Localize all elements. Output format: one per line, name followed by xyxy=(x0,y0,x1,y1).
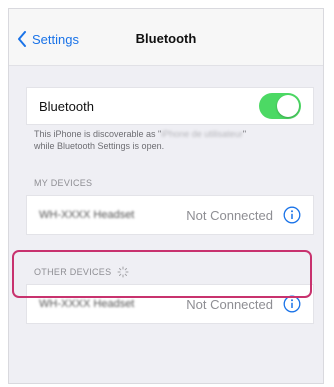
device-name: WH-XXXX Headset xyxy=(39,209,135,221)
navigation-bar: Settings Bluetooth xyxy=(9,9,323,66)
device-name: WH-XXXX Headset xyxy=(39,298,135,310)
my-devices-header-text: MY DEVICES xyxy=(34,178,93,188)
note-suffix: " xyxy=(242,129,247,139)
connection-status: Not Connected xyxy=(186,207,273,223)
bluetooth-switch[interactable] xyxy=(259,93,301,119)
page-title: Bluetooth xyxy=(135,31,197,46)
switch-knob xyxy=(277,95,299,117)
discoverable-note: This iPhone is discoverable as "iPhone d… xyxy=(34,128,314,152)
list-item[interactable]: WH-XXXX Headset Not Connected xyxy=(27,196,313,234)
my-devices-header: MY DEVICES xyxy=(34,178,92,188)
info-icon[interactable] xyxy=(283,206,301,224)
bluetooth-toggle-row: Bluetooth xyxy=(26,87,314,125)
highlight-box xyxy=(12,250,312,298)
my-devices-list: WH-XXXX Headset Not Connected xyxy=(26,195,314,235)
note-prefix: This iPhone is discoverable as " xyxy=(34,129,162,139)
note-line2: while Bluetooth Settings is open. xyxy=(34,141,165,151)
connection-status: Not Connected xyxy=(186,296,273,312)
bluetooth-label: Bluetooth xyxy=(39,98,94,114)
redacted-device-name: iPhone de utilisateur xyxy=(161,129,243,139)
settings-screen: Settings Bluetooth Bluetooth This iPhone… xyxy=(8,8,324,384)
